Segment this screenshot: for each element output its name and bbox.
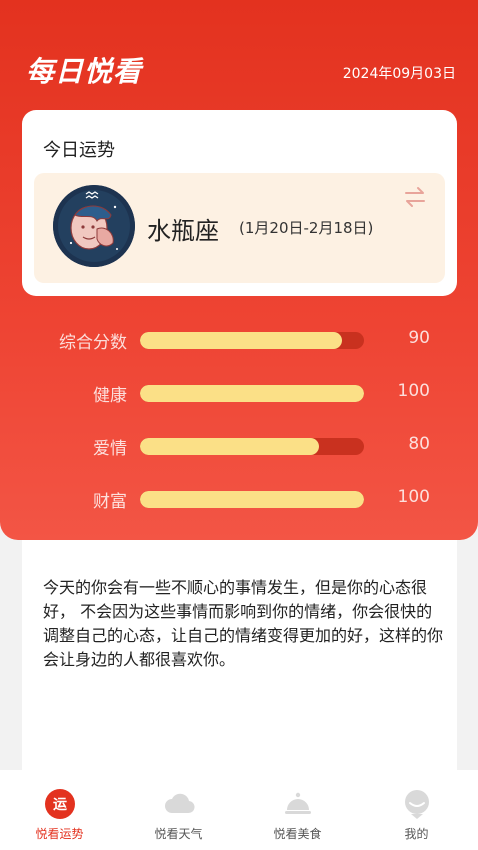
profile-icon (401, 788, 433, 820)
tab-label: 我的 (404, 827, 429, 841)
date-label: 2024年09月03日 (342, 66, 456, 82)
aquarius-avatar-icon (53, 185, 135, 267)
zodiac-sign-box[interactable]: 水瓶座 (1月20日-2月18日) (34, 173, 445, 283)
tab-label: 悦看天气 (154, 827, 203, 841)
stat-value: 100 (397, 381, 430, 401)
swap-arrows-icon[interactable] (403, 185, 427, 209)
stat-bar-fill (140, 438, 320, 455)
zodiac-sign-name: 水瓶座 (147, 217, 219, 245)
header-banner: 每日悦看 2024年09月03日 今日运势 水瓶座 (1月20日-2月18日) … (0, 0, 478, 540)
bottom-tab-bar: 运 悦看运势 悦看天气 悦看美食 我的 (0, 770, 478, 850)
cloud-icon (163, 788, 195, 820)
card-title: 今日运势 (43, 140, 115, 161)
fortune-card: 今日运势 水瓶座 (1月20日-2月18日) (22, 110, 457, 296)
tab-label: 悦看美食 (273, 827, 322, 841)
tab-profile[interactable]: 我的 (357, 770, 476, 850)
tab-weather[interactable]: 悦看天气 (119, 770, 238, 850)
svg-text:运: 运 (53, 797, 67, 813)
stat-bar-fill (140, 332, 342, 349)
stat-row-wealth: 财富 100 (0, 483, 478, 513)
app-title: 每日悦看 (26, 55, 143, 88)
stat-row-love: 爱情 80 (0, 430, 478, 460)
fortune-description: 今天的你会有一些不顺心的事情发生，但是你的心态很好， 不会因为这些事情而影响到你… (43, 578, 444, 669)
stat-row-health: 健康 100 (0, 377, 478, 407)
stat-bar-track (140, 491, 364, 508)
stat-bar-track (140, 385, 364, 402)
tab-fortune[interactable]: 运 悦看运势 (0, 770, 119, 850)
stat-label: 爱情 (93, 439, 127, 459)
stat-label: 健康 (93, 386, 127, 406)
stat-value: 80 (408, 434, 430, 454)
stat-value: 90 (408, 328, 430, 348)
stat-bar-track (140, 438, 364, 455)
fortune-description-panel: 今天的你会有一些不顺心的事情发生，但是你的心态很好， 不会因为这些事情而影响到你… (22, 540, 457, 770)
zodiac-date-range: (1月20日-2月18日) (239, 219, 374, 237)
food-cover-icon (282, 788, 314, 820)
stat-label: 综合分数 (59, 333, 127, 353)
stat-bar-fill (140, 491, 364, 508)
stat-value: 100 (397, 487, 430, 507)
stat-bar-track (140, 332, 364, 349)
stat-bar-fill (140, 385, 364, 402)
fortune-tab-icon: 运 (44, 788, 76, 820)
stat-row-overall: 综合分数 90 (0, 324, 478, 354)
stat-label: 财富 (93, 492, 127, 512)
tab-food[interactable]: 悦看美食 (238, 770, 357, 850)
tab-label: 悦看运势 (35, 827, 84, 841)
